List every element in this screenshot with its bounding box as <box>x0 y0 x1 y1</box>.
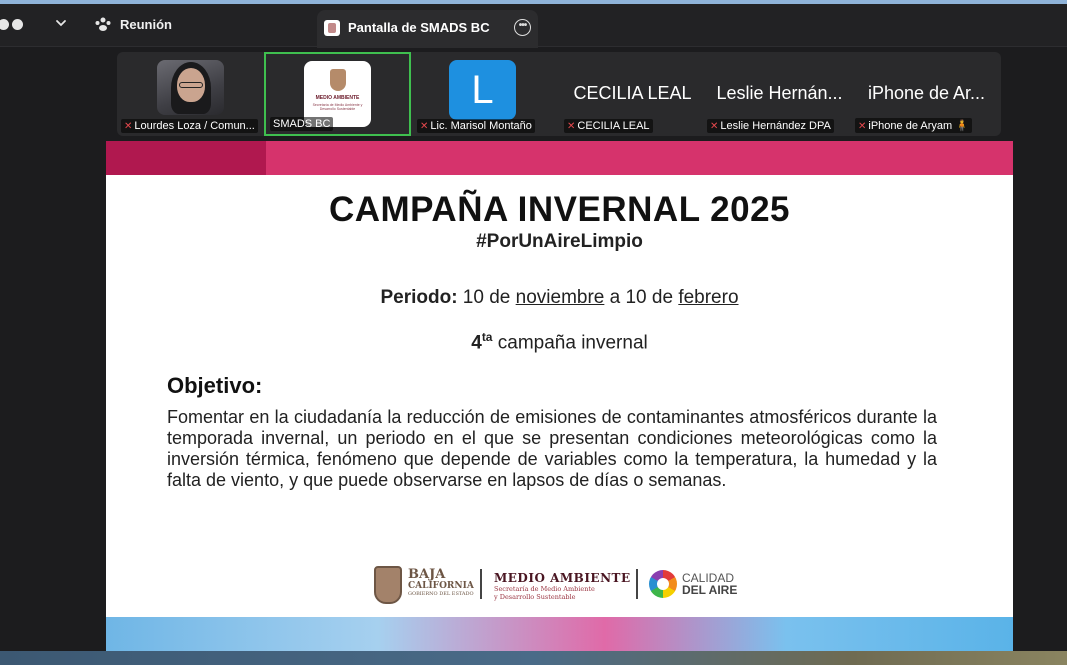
muted-mic-icon: ✕ <box>567 121 576 132</box>
slide-period: Periodo: 10 de noviembre a 10 de febrero <box>380 287 739 308</box>
window-control-dot[interactable] <box>12 19 23 30</box>
meeting-tab-label[interactable]: Reunión <box>120 17 172 32</box>
logo-subtitle: Secretaría de Medio Ambiente y Desarroll… <box>312 103 363 111</box>
participant-tile[interactable]: L ✕ Lic. Marisol Montaño <box>413 52 558 136</box>
participant-name: SMADS BC <box>270 117 334 131</box>
participant-video <box>157 60 224 115</box>
participant-name: ✕ CECILIA LEAL <box>564 119 653 133</box>
participant-tile[interactable]: Leslie Hernán... ✕ Leslie Hernández DPA <box>707 52 852 136</box>
participant-name: ✕ Lourdes Loza / Comun... <box>121 119 258 133</box>
muted-mic-icon: ✕ <box>420 121 429 132</box>
shared-screen-slide: CAMPAÑA INVERNAL 2025 #PorUnAireLimpio P… <box>106 141 1013 651</box>
participant-tile[interactable]: CECILIA LEAL ✕ CECILIA LEAL <box>560 52 705 136</box>
screen-share-icon <box>324 20 340 36</box>
screen-share-tab-label: Pantalla de SMADS BC <box>348 20 490 35</box>
medio-ambiente-logo-text: MEDIO AMBIENTE Secretaría de Medio Ambie… <box>494 571 631 601</box>
baja-california-logo-text: BAJA CALIFORNIA GOBIERNO DEL ESTADO <box>408 567 474 597</box>
avatar: L <box>449 60 516 120</box>
chevron-down-icon[interactable] <box>54 16 68 30</box>
slide-footer-logos: BAJA CALIFORNIA GOBIERNO DEL ESTADO MEDI… <box>374 565 744 605</box>
participant-display-name: iPhone de Ar... <box>867 83 986 103</box>
logo-title: MEDIO AMBIENTE <box>315 95 360 101</box>
participant-tile[interactable]: iPhone de Ar... ✕ iPhone de Aryam 🧍 <box>854 52 999 136</box>
more-options-icon[interactable]: ••• <box>514 19 531 36</box>
participant-display-name: Leslie Hernán... <box>716 83 843 103</box>
baja-california-shield-icon <box>374 566 402 604</box>
participant-emoji: 🧍 <box>955 120 969 132</box>
meeting-people-icon <box>95 17 111 31</box>
slide-title: CAMPAÑA INVERNAL 2025 <box>328 190 791 229</box>
participant-tile[interactable]: ✕ Lourdes Loza / Comun... <box>117 52 262 136</box>
footer-divider <box>636 569 638 599</box>
participant-name: ✕ iPhone de Aryam 🧍 <box>855 118 972 133</box>
calidad-del-aire-wheel-icon <box>649 570 677 598</box>
muted-mic-icon: ✕ <box>710 121 719 132</box>
muted-mic-icon: ✕ <box>858 121 867 132</box>
participants-gallery: ✕ Lourdes Loza / Comun... MEDIO AMBIENTE … <box>117 52 1001 136</box>
slide-edition: 4ta campaña invernal <box>471 330 648 354</box>
calidad-del-aire-logo-text: CALIDAD DEL AIRE <box>682 571 738 597</box>
footer-divider <box>480 569 482 599</box>
muted-mic-icon: ✕ <box>124 121 133 132</box>
slide-header-band-accent <box>106 141 266 175</box>
period-start-month: noviembre <box>515 287 605 308</box>
slide-bottom-banner <box>106 617 1013 651</box>
objective-body: Fomentar en la ciudadanía la reducción d… <box>167 407 937 490</box>
participant-name: ✕ Lic. Marisol Montaño <box>417 119 535 133</box>
participant-name: ✕ Leslie Hernández DPA <box>707 119 834 133</box>
participant-tile-active-speaker[interactable]: MEDIO AMBIENTE Secretaría de Medio Ambie… <box>264 52 411 136</box>
screen-share-tab[interactable]: Pantalla de SMADS BC ••• <box>317 10 538 48</box>
desktop-background <box>0 651 1067 665</box>
window-titlebar: Reunión Pantalla de SMADS BC ••• <box>0 4 1067 48</box>
objective-heading: Objetivo: <box>167 373 263 398</box>
slide-hashtag: #PorUnAireLimpio <box>476 231 643 252</box>
period-end-month: febrero <box>678 287 739 308</box>
period-label: Periodo: <box>380 287 458 308</box>
participant-display-name: CECILIA LEAL <box>573 83 692 103</box>
window-control-dot[interactable] <box>0 19 9 30</box>
coat-of-arms-icon <box>330 69 346 91</box>
